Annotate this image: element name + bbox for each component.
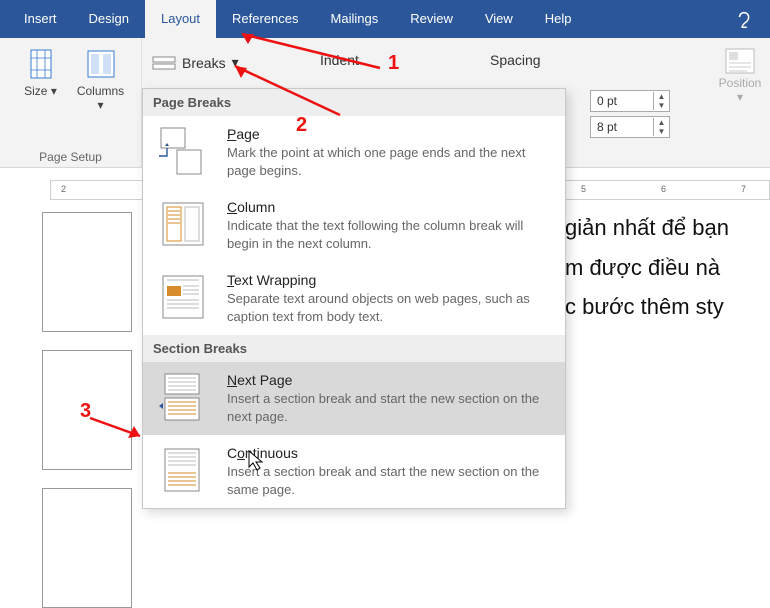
- page-thumbnail[interactable]: [42, 488, 132, 608]
- column-break-icon: [157, 199, 209, 249]
- size-label: Size: [24, 84, 47, 98]
- stepper-arrows-icon[interactable]: ▲▼: [653, 118, 669, 136]
- page-break-icon: [157, 126, 209, 176]
- break-item-column[interactable]: Column Indicate that the text following …: [143, 189, 565, 262]
- tab-view[interactable]: View: [469, 0, 529, 38]
- indent-group-label: Indent: [320, 52, 359, 68]
- ruler-tick: 2: [61, 184, 66, 194]
- tab-references[interactable]: References: [216, 0, 314, 38]
- annotation-number-1: 1: [388, 52, 399, 75]
- columns-button[interactable]: Columns ▾: [77, 48, 125, 112]
- columns-chevron-icon: ▾: [97, 98, 103, 112]
- continuous-break-icon: [157, 445, 209, 495]
- group-page-setup-label: Page Setup: [0, 150, 141, 164]
- position-button[interactable]: Position ▾: [714, 48, 766, 104]
- tab-help[interactable]: Help: [529, 0, 588, 38]
- break-item-desc: Insert a section break and start the new…: [227, 463, 551, 498]
- mouse-cursor-icon: [248, 450, 266, 472]
- document-body[interactable]: giản nhất để bạn m được điều nà c bước t…: [565, 208, 729, 327]
- spacing-group-label: Spacing: [490, 52, 541, 68]
- break-item-desc: Mark the point at which one page ends an…: [227, 144, 551, 179]
- breaks-chevron-icon: ▾: [232, 54, 239, 71]
- ribbon-tabbar: Insert Design Layout References Mailings…: [0, 0, 770, 38]
- breaks-label: Breaks: [182, 55, 226, 71]
- ruler-tick: 7: [741, 184, 746, 194]
- break-item-title: Column: [227, 199, 551, 215]
- break-item-title: Continuous: [227, 445, 551, 461]
- ruler-tick: 5: [581, 184, 586, 194]
- section-breaks-header: Section Breaks: [143, 335, 565, 362]
- stepper-arrows-icon[interactable]: ▲▼: [653, 92, 669, 110]
- ruler-tick: 6: [661, 184, 666, 194]
- breaks-icon: [152, 56, 176, 70]
- next-page-break-icon: [157, 372, 209, 422]
- spacing-after-value: 8 pt: [591, 120, 653, 134]
- break-item-continuous[interactable]: Continuous Insert a section break and st…: [143, 435, 565, 508]
- break-item-desc: Separate text around objects on web page…: [227, 290, 551, 325]
- break-item-page[interactable]: Page Mark the point at which one page en…: [143, 116, 565, 189]
- spacing-before-value: 0 pt: [591, 94, 653, 108]
- page-breaks-header: Page Breaks: [143, 89, 565, 116]
- group-page-setup: Size ▾ Columns ▾ Page Setup: [0, 38, 142, 168]
- position-label: Position: [719, 76, 762, 90]
- annotation-number-2: 2: [296, 114, 307, 137]
- text-wrapping-break-icon: [157, 272, 209, 322]
- break-item-title: Text Wrapping: [227, 272, 551, 288]
- tab-design[interactable]: Design: [73, 0, 145, 38]
- break-item-next-page[interactable]: Next Page Insert a section break and sta…: [143, 362, 565, 435]
- page-thumbnail[interactable]: [42, 212, 132, 332]
- tab-review[interactable]: Review: [394, 0, 469, 38]
- size-button[interactable]: Size ▾: [17, 48, 65, 112]
- tab-insert[interactable]: Insert: [8, 0, 73, 38]
- tab-mailings[interactable]: Mailings: [315, 0, 395, 38]
- columns-label: Columns: [77, 84, 124, 98]
- annotation-number-3: 3: [80, 400, 91, 423]
- tab-layout[interactable]: Layout: [145, 0, 216, 38]
- break-item-desc: Indicate that the text following the col…: [227, 217, 551, 252]
- break-item-desc: Insert a section break and start the new…: [227, 390, 551, 425]
- breaks-button[interactable]: Breaks ▾: [148, 52, 243, 73]
- position-chevron-icon: ▾: [737, 90, 743, 104]
- break-item-title: Next Page: [227, 372, 551, 388]
- break-item-title: Page: [227, 126, 551, 142]
- spacing-after-input[interactable]: 8 pt ▲▼: [590, 116, 670, 138]
- breaks-dropdown: Page Breaks Page Mark the point at which…: [142, 88, 566, 509]
- size-chevron-icon: ▾: [51, 84, 57, 98]
- position-icon: [725, 48, 755, 74]
- spacing-before-input[interactable]: 0 pt ▲▼: [590, 90, 670, 112]
- break-item-text-wrapping[interactable]: Text Wrapping Separate text around objec…: [143, 262, 565, 335]
- tell-me-icon[interactable]: [734, 0, 756, 38]
